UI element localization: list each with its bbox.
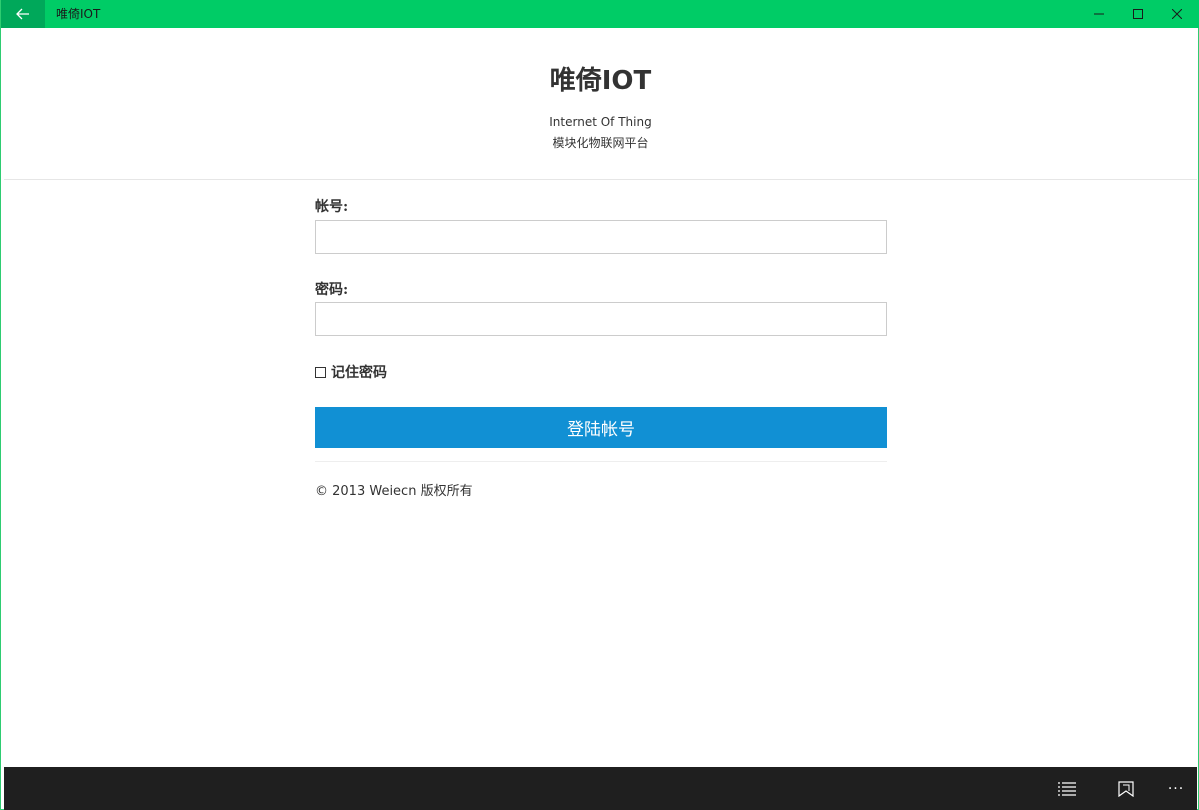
bookmark-icon xyxy=(1118,780,1134,797)
close-button[interactable] xyxy=(1157,0,1197,28)
site-subtitle-english: Internet Of Thing xyxy=(549,115,652,129)
minimize-button[interactable] xyxy=(1079,0,1119,28)
more-button[interactable]: ··· xyxy=(1154,767,1198,810)
site-title: 唯倚IOT xyxy=(549,66,652,96)
app-title: 唯倚IOT xyxy=(56,7,101,21)
list-icon xyxy=(1058,781,1076,796)
remember-label: 记住密码 xyxy=(331,365,387,381)
password-label: 密码: xyxy=(315,282,349,298)
remember-checkbox[interactable] xyxy=(315,366,326,378)
back-button[interactable] xyxy=(1,0,45,28)
more-icon: ··· xyxy=(1167,780,1185,797)
back-arrow-icon xyxy=(16,8,29,20)
maximize-icon xyxy=(1133,9,1143,19)
remember-password[interactable]: 记住密码 xyxy=(315,362,387,382)
page-header: 唯倚IOT Internet Of Thing 模块化物联网平台 xyxy=(4,28,1197,180)
app-window: 唯倚IOT 唯倚IOT Internet Of Thing 模块化物联网平台 帐… xyxy=(0,0,1199,810)
list-button[interactable] xyxy=(1045,767,1089,810)
copyright-text: © 2013 Weiecn 版权所有 xyxy=(315,484,473,499)
password-input[interactable] xyxy=(315,302,887,336)
login-button[interactable]: 登陆帐号 xyxy=(315,407,887,448)
maximize-button[interactable] xyxy=(1118,0,1158,28)
form-divider xyxy=(315,461,887,462)
title-bar: 唯倚IOT xyxy=(1,0,1199,28)
account-label: 帐号: xyxy=(315,199,349,215)
close-icon xyxy=(1172,9,1182,19)
minimize-icon xyxy=(1094,13,1104,15)
bottom-app-bar: ··· xyxy=(4,767,1197,810)
bookmark-button[interactable] xyxy=(1104,767,1148,810)
site-subtitle-chinese: 模块化物联网平台 xyxy=(552,136,649,150)
account-input[interactable] xyxy=(315,220,887,254)
